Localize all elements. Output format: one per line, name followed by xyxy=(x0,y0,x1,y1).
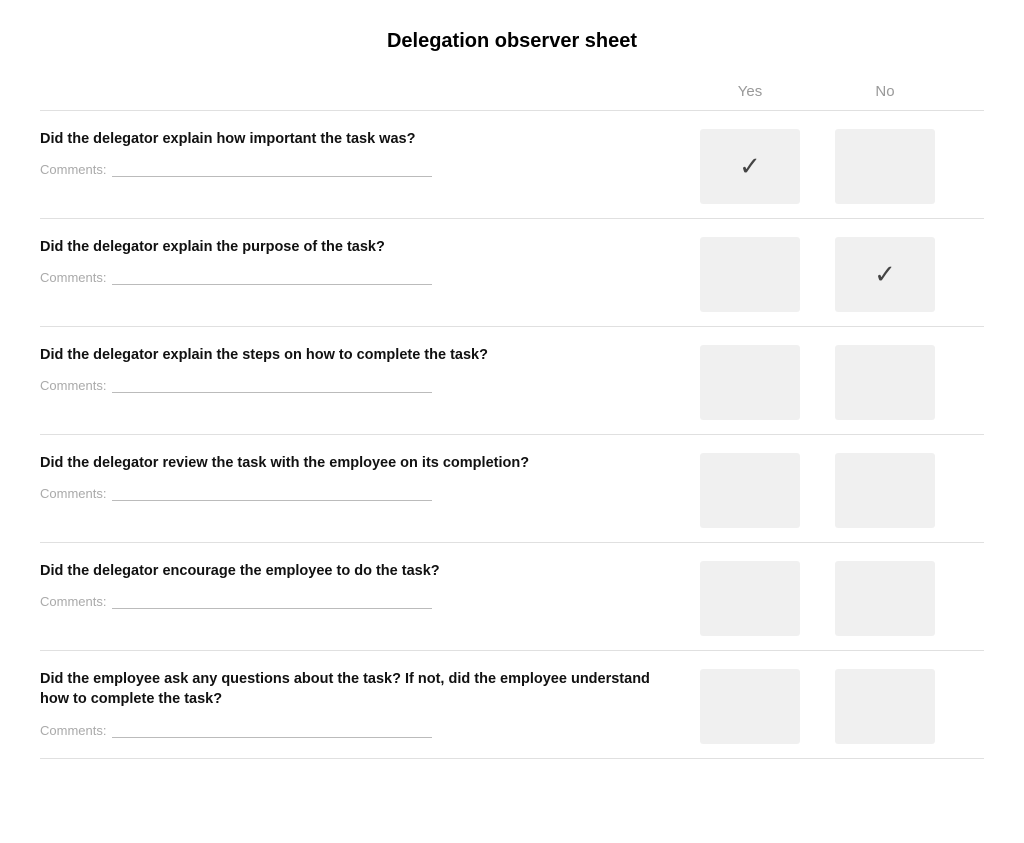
yes-cell-5[interactable] xyxy=(680,561,820,636)
question-text-4: Did the delegator review the task with t… xyxy=(40,453,660,473)
table-row: Did the delegator encourage the employee… xyxy=(40,542,984,650)
no-checkbox-4[interactable] xyxy=(835,453,935,528)
yes-checkbox-6[interactable] xyxy=(700,669,800,744)
comments-line-3: Comments: xyxy=(40,377,660,393)
question-text-5: Did the delegator encourage the employee… xyxy=(40,561,660,581)
yes-checkbox-1[interactable] xyxy=(700,129,800,204)
question-text-block-5: Did the delegator encourage the employee… xyxy=(40,561,680,636)
table-row: Did the delegator explain the purpose of… xyxy=(40,218,984,326)
no-checkbox-1[interactable] xyxy=(835,129,935,204)
yes-cell-6[interactable] xyxy=(680,669,820,744)
comments-underline-1[interactable] xyxy=(112,161,432,177)
comments-label-3: Comments: xyxy=(40,378,106,393)
table-row: Did the delegator explain how important … xyxy=(40,110,984,218)
no-cell-2[interactable] xyxy=(820,237,950,312)
questions-list: Did the delegator explain how important … xyxy=(40,110,984,759)
question-text-block-2: Did the delegator explain the purpose of… xyxy=(40,237,680,312)
no-cell-5[interactable] xyxy=(820,561,950,636)
no-checkbox-5[interactable] xyxy=(835,561,935,636)
comments-line-4: Comments: xyxy=(40,485,660,501)
comments-underline-2[interactable] xyxy=(112,269,432,285)
page-title: Delegation observer sheet xyxy=(40,20,984,53)
yes-cell-2[interactable] xyxy=(680,237,820,312)
yes-checkbox-2[interactable] xyxy=(700,237,800,312)
yes-cell-1[interactable] xyxy=(680,129,820,204)
column-headers: Yes No xyxy=(40,83,984,100)
yes-column-header: Yes xyxy=(680,83,820,100)
yes-checkbox-5[interactable] xyxy=(700,561,800,636)
no-checkbox-2[interactable] xyxy=(835,237,935,312)
comments-label-1: Comments: xyxy=(40,162,106,177)
comments-line-5: Comments: xyxy=(40,593,660,609)
no-cell-6[interactable] xyxy=(820,669,950,744)
comments-underline-4[interactable] xyxy=(112,485,432,501)
table-row: Did the employee ask any questions about… xyxy=(40,650,984,759)
yes-checkbox-3[interactable] xyxy=(700,345,800,420)
question-text-block-1: Did the delegator explain how important … xyxy=(40,129,680,204)
comments-label-4: Comments: xyxy=(40,486,106,501)
yes-cell-4[interactable] xyxy=(680,453,820,528)
question-text-6: Did the employee ask any questions about… xyxy=(40,669,660,710)
yes-cell-3[interactable] xyxy=(680,345,820,420)
question-text-3: Did the delegator explain the steps on h… xyxy=(40,345,660,365)
no-checkbox-6[interactable] xyxy=(835,669,935,744)
no-cell-3[interactable] xyxy=(820,345,950,420)
no-column-header: No xyxy=(820,83,950,100)
question-text-2: Did the delegator explain the purpose of… xyxy=(40,237,660,257)
question-text-block-3: Did the delegator explain the steps on h… xyxy=(40,345,680,420)
table-row: Did the delegator explain the steps on h… xyxy=(40,326,984,434)
yes-checkbox-4[interactable] xyxy=(700,453,800,528)
no-cell-1[interactable] xyxy=(820,129,950,204)
comments-line-6: Comments: xyxy=(40,722,660,738)
comments-label-6: Comments: xyxy=(40,723,106,738)
comments-label-2: Comments: xyxy=(40,270,106,285)
no-cell-4[interactable] xyxy=(820,453,950,528)
comments-underline-3[interactable] xyxy=(112,377,432,393)
table-row: Did the delegator review the task with t… xyxy=(40,434,984,542)
question-text-1: Did the delegator explain how important … xyxy=(40,129,660,149)
comments-label-5: Comments: xyxy=(40,594,106,609)
comments-line-2: Comments: xyxy=(40,269,660,285)
comments-line-1: Comments: xyxy=(40,161,660,177)
comments-underline-6[interactable] xyxy=(112,722,432,738)
question-text-block-6: Did the employee ask any questions about… xyxy=(40,669,680,744)
question-text-block-4: Did the delegator review the task with t… xyxy=(40,453,680,528)
comments-underline-5[interactable] xyxy=(112,593,432,609)
no-checkbox-3[interactable] xyxy=(835,345,935,420)
